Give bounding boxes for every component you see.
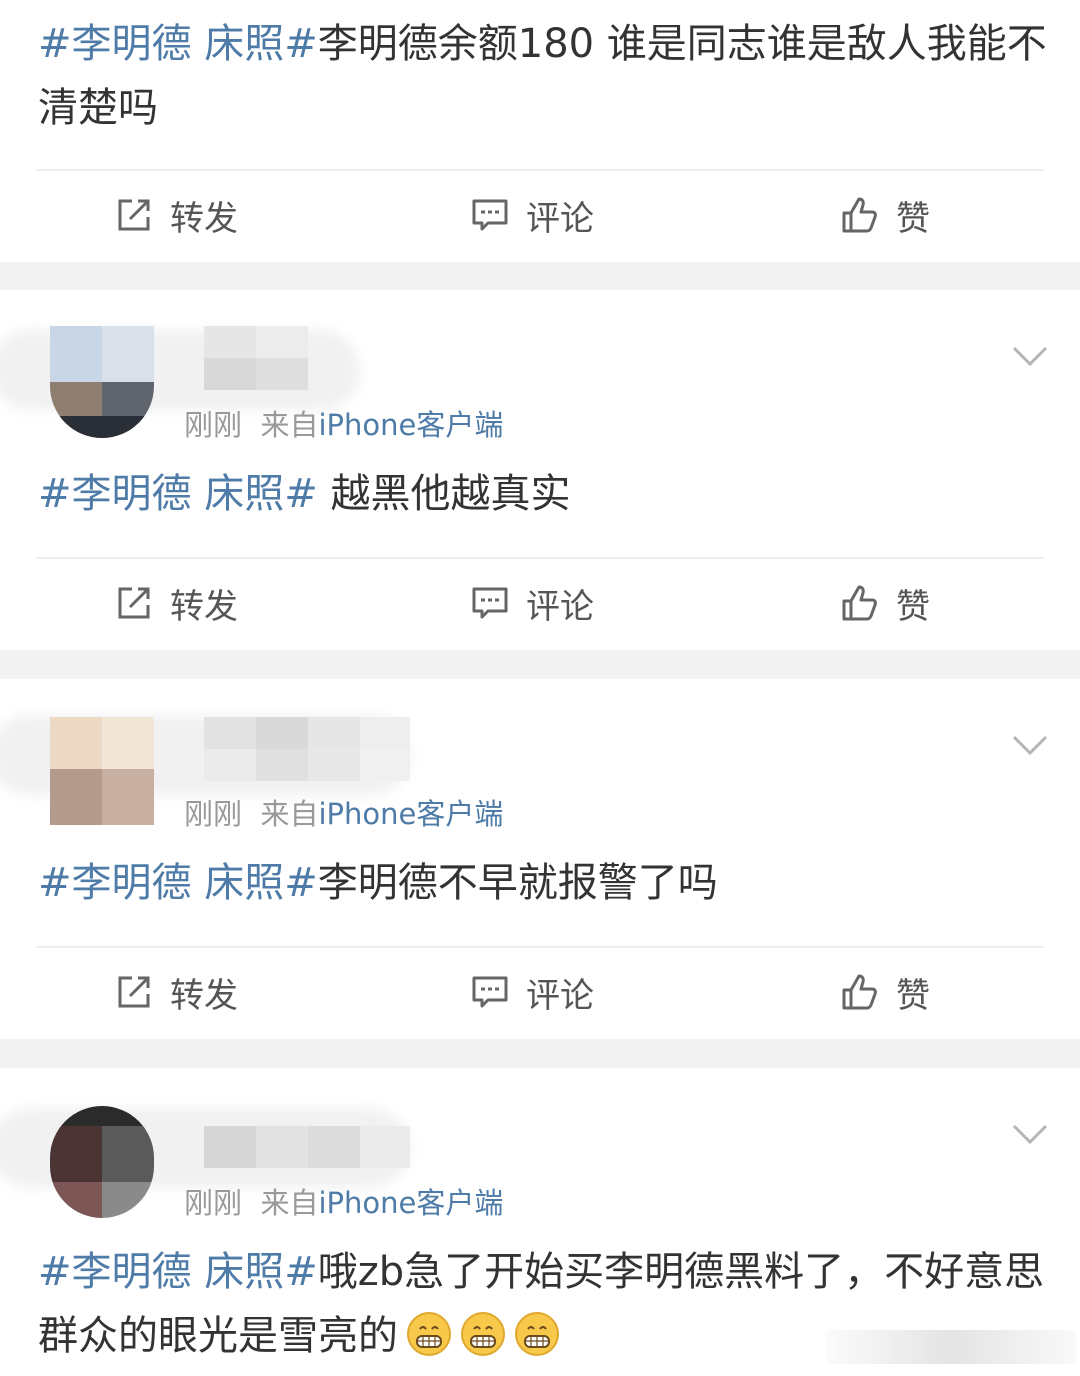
comment-icon xyxy=(472,587,508,619)
avatar-pixel xyxy=(50,1182,102,1218)
avatar-pixel xyxy=(102,769,154,825)
repost-icon xyxy=(118,199,150,231)
username-pixel xyxy=(256,1126,308,1168)
post-meta: 刚刚 来自iPhone客户端 xyxy=(184,402,503,444)
like-label: 赞 xyxy=(896,975,930,1016)
repost-label: 转发 xyxy=(170,586,238,627)
post-source[interactable]: iPhone客户端 xyxy=(318,408,503,442)
repost-icon xyxy=(118,587,150,619)
post-card: 刚刚 来自iPhone客户端 #李明德 床照#李明德不早就报警了吗 转发 评论 … xyxy=(0,679,1080,1039)
thumbs-up-icon xyxy=(842,974,877,1010)
post-from: 来自 xyxy=(260,1186,319,1220)
username-redacted[interactable] xyxy=(204,326,308,390)
username-pixel xyxy=(204,326,256,358)
grinning-face-emoji-icon xyxy=(461,1312,505,1356)
repost-label: 转发 xyxy=(170,975,238,1016)
username-pixel xyxy=(204,1126,256,1168)
post-text: #李明德 床照#李明德余额180 谁是同志谁是敌人我能不清楚吗 xyxy=(38,12,1048,140)
action-bar: 转发 评论 赞 xyxy=(0,175,1080,255)
avatar-pixel xyxy=(50,416,154,438)
chevron-down-icon[interactable] xyxy=(1010,344,1050,368)
hashtag-link[interactable]: #李明德 床照# xyxy=(38,471,318,517)
grinning-face-emoji-icon xyxy=(515,1312,559,1356)
username-pixel xyxy=(204,358,256,390)
repost-button[interactable]: 转发 xyxy=(114,175,238,255)
avatar-pixel xyxy=(102,326,154,382)
avatar-pixel xyxy=(102,1182,154,1218)
comment-icon xyxy=(472,976,508,1008)
like-label: 赞 xyxy=(896,198,930,239)
like-button[interactable]: 赞 xyxy=(840,952,930,1032)
post-text: #李明德 床照# 越黑他越真实 xyxy=(38,462,1048,526)
post-time: 刚刚 xyxy=(184,1186,243,1220)
username-pixel xyxy=(360,717,410,749)
username-pixel xyxy=(204,717,256,749)
post-source[interactable]: iPhone客户端 xyxy=(318,797,503,831)
username-pixel xyxy=(308,717,360,749)
comment-label: 评论 xyxy=(526,975,594,1016)
like-label: 赞 xyxy=(896,586,930,627)
post-from: 来自 xyxy=(260,797,319,831)
username-pixel xyxy=(256,749,308,781)
weibo-feed: #李明德 床照#李明德余额180 谁是同志谁是敌人我能不清楚吗 转发 评论 赞 xyxy=(0,0,1080,1376)
avatar[interactable] xyxy=(50,1106,154,1218)
repost-button[interactable]: 转发 xyxy=(114,952,238,1032)
post-from: 来自 xyxy=(260,408,319,442)
divider xyxy=(36,169,1044,171)
avatar-pixel xyxy=(102,1126,154,1182)
username-pixel xyxy=(360,749,410,781)
avatar-pixel xyxy=(50,717,102,773)
post-source[interactable]: iPhone客户端 xyxy=(318,1186,503,1220)
avatar-pixel xyxy=(102,717,154,773)
like-button[interactable]: 赞 xyxy=(840,175,930,255)
repost-icon xyxy=(118,976,150,1008)
username-pixel xyxy=(256,326,308,358)
repost-button[interactable]: 转发 xyxy=(114,563,238,643)
comment-button[interactable]: 评论 xyxy=(470,175,594,255)
watermark xyxy=(826,1330,1076,1364)
post-card: #李明德 床照#李明德余额180 谁是同志谁是敌人我能不清楚吗 转发 评论 赞 xyxy=(0,0,1080,262)
username-pixel xyxy=(256,717,308,749)
hashtag-link[interactable]: #李明德 床照# xyxy=(38,860,318,906)
post-meta: 刚刚 来自iPhone客户端 xyxy=(184,1180,503,1222)
repost-label: 转发 xyxy=(170,198,238,239)
post-time: 刚刚 xyxy=(184,408,243,442)
username-pixel xyxy=(360,1126,410,1168)
comment-button[interactable]: 评论 xyxy=(470,563,594,643)
chevron-down-icon[interactable] xyxy=(1010,733,1050,757)
username-pixel xyxy=(308,749,360,781)
action-bar: 转发 评论 赞 xyxy=(0,952,1080,1032)
post-meta: 刚刚 来自iPhone客户端 xyxy=(184,791,503,833)
post-text: #李明德 床照#李明德不早就报警了吗 xyxy=(38,851,1048,915)
comment-label: 评论 xyxy=(526,586,594,627)
username-pixel xyxy=(308,1126,360,1168)
like-button[interactable]: 赞 xyxy=(840,563,930,643)
username-pixel xyxy=(256,358,308,390)
chevron-down-icon[interactable] xyxy=(1010,1122,1050,1146)
action-bar: 转发 评论 赞 xyxy=(0,563,1080,643)
avatar[interactable] xyxy=(50,717,154,829)
username-pixel xyxy=(204,749,256,781)
hashtag-link[interactable]: #李明德 床照# xyxy=(38,21,318,67)
post-body: 越黑他越真实 xyxy=(317,471,571,517)
thumbs-up-icon xyxy=(842,585,877,621)
avatar-pixel xyxy=(50,1126,102,1182)
divider xyxy=(36,557,1044,559)
comment-label: 评论 xyxy=(526,198,594,239)
post-body: 李明德不早就报警了吗 xyxy=(317,860,718,906)
avatar[interactable] xyxy=(50,326,154,438)
divider xyxy=(36,946,1044,948)
hashtag-link[interactable]: #李明德 床照# xyxy=(38,1249,318,1295)
comment-icon xyxy=(472,199,508,231)
post-time: 刚刚 xyxy=(184,797,243,831)
avatar-pixel xyxy=(50,326,102,382)
username-redacted[interactable] xyxy=(204,717,410,781)
avatar-pixel xyxy=(50,769,102,825)
thumbs-up-icon xyxy=(842,197,877,233)
comment-button[interactable]: 评论 xyxy=(470,952,594,1032)
username-redacted[interactable] xyxy=(204,1126,410,1168)
grinning-face-emoji-icon xyxy=(407,1312,451,1356)
post-card: 刚刚 来自iPhone客户端 #李明德 床照# 越黑他越真实 转发 评论 赞 xyxy=(0,290,1080,650)
